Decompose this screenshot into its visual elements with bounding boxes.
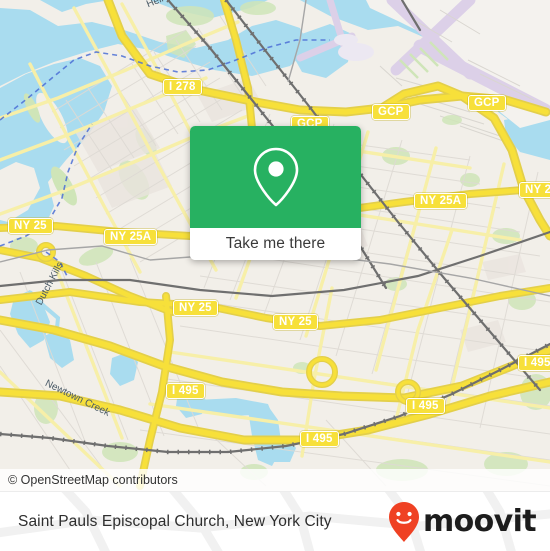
footer-bar: Saint Pauls Episcopal Church, New York C…: [0, 491, 550, 551]
road-shield-gcp-mid: GCP: [372, 104, 410, 120]
moovit-wordmark: moovit: [422, 504, 537, 539]
shield-text: NY 25A: [110, 231, 152, 243]
shield-text: I 495: [306, 433, 333, 445]
road-shield-i-495-right: I 495: [518, 355, 550, 371]
road-shield-i-495-left: I 495: [166, 383, 205, 399]
moovit-map-share-card: Hell Dutch Kills Newtown Creek I 278 GCP…: [0, 0, 550, 551]
road-shield-i-278: I 278: [163, 79, 202, 95]
shield-text: GCP: [378, 106, 404, 118]
road-shield-ny-25-mid: NY 25: [173, 300, 218, 316]
take-me-there-card[interactable]: Take me there: [190, 126, 361, 260]
map-pin-icon: [253, 147, 298, 207]
card-pin-area: [190, 126, 361, 228]
moovit-logo[interactable]: moovit: [388, 492, 537, 551]
shield-text: NY 25: [14, 220, 47, 232]
shield-text: I 495: [172, 385, 199, 397]
road-shield-i-495-mid: I 495: [406, 398, 445, 414]
road-shield-ny-25a-right: NY 25A: [414, 193, 468, 209]
shield-text: I 495: [412, 400, 439, 412]
location-title: Saint Pauls Episcopal Church, New York C…: [18, 512, 332, 530]
road-shield-ny-25-left: NY 25: [8, 218, 53, 234]
shield-text: NY 25: [279, 316, 312, 328]
shield-text: NY 25: [525, 184, 550, 196]
road-shield-i-495-bot: I 495: [300, 431, 339, 447]
road-shield-ny-25a-left: NY 25A: [104, 229, 158, 245]
shield-text: NY 25A: [420, 195, 462, 207]
osm-attribution[interactable]: © OpenStreetMap contributors: [0, 469, 550, 491]
moovit-smiley-pin-icon: [388, 501, 419, 542]
shield-text: GCP: [474, 97, 500, 109]
shield-text: NY 25: [179, 302, 212, 314]
take-me-there-label[interactable]: Take me there: [190, 228, 361, 260]
shield-text: I 495: [524, 357, 550, 369]
shield-text: I 278: [169, 81, 196, 93]
road-shield-gcp-right: GCP: [468, 95, 506, 111]
road-shield-ny-25-edge: NY 25: [519, 182, 550, 198]
road-shield-ny-25-mid2: NY 25: [273, 314, 318, 330]
